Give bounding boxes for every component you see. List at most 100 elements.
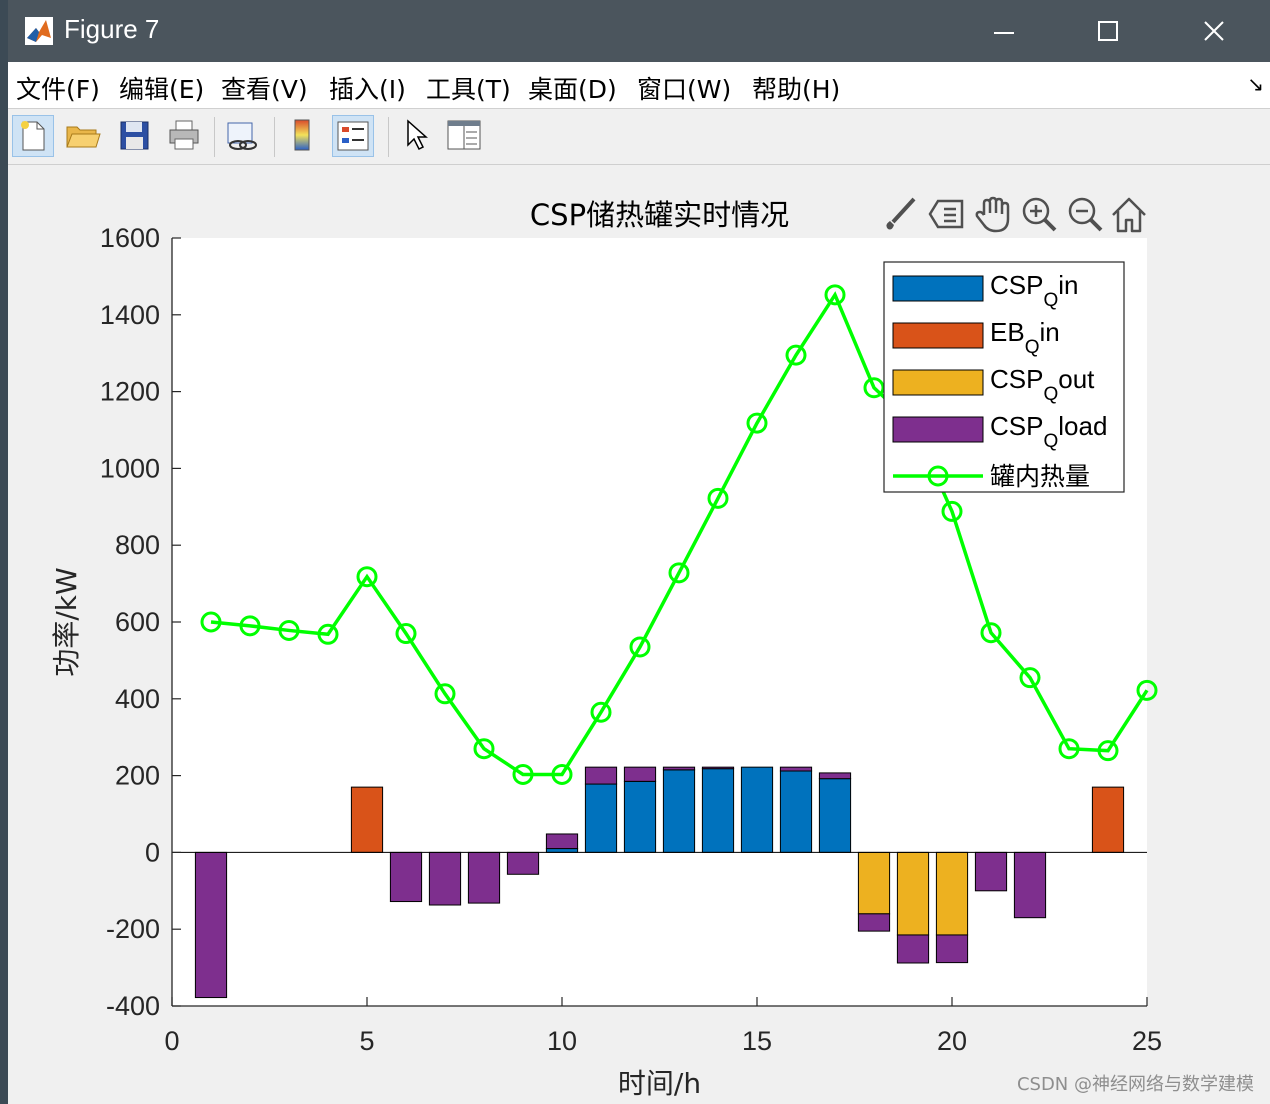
toolbar-separator — [274, 117, 275, 157]
bar-csp_load-13 — [662, 766, 696, 771]
y-axis-label: 功率/kW — [50, 567, 83, 676]
y-tick-label: 200 — [115, 761, 160, 791]
legend-swatch-csp_load — [892, 416, 984, 443]
bar-csp_load-18 — [857, 913, 891, 932]
y-tick-label: -200 — [106, 914, 160, 944]
link-plot-button[interactable] — [222, 115, 264, 157]
maximize-icon — [1098, 21, 1118, 41]
bar-csp_load-12 — [623, 766, 657, 782]
close-button[interactable] — [1184, 8, 1244, 54]
y-tick-label: 600 — [115, 607, 160, 637]
colorbar-button[interactable] — [282, 115, 324, 157]
bar-eb_in-24 — [1091, 786, 1125, 853]
bar-csp_out-19 — [896, 851, 930, 936]
y-tick-label: 1200 — [100, 377, 160, 407]
property-inspector-icon — [447, 120, 481, 150]
new-figure-icon — [21, 121, 45, 151]
bar-csp_in-12 — [623, 780, 657, 853]
x-tick-label: 0 — [164, 1026, 179, 1056]
maximize-button[interactable] — [1078, 8, 1138, 54]
y-tick-label: 800 — [115, 530, 160, 560]
menu-edit[interactable]: 编辑(E) — [119, 70, 204, 106]
x-axis-label: 时间/h — [618, 1067, 701, 1100]
x-tick-label: 15 — [742, 1026, 772, 1056]
new-figure-button[interactable] — [12, 115, 54, 157]
bar-csp_load-11 — [584, 766, 618, 785]
bar-csp_in-11 — [584, 783, 618, 853]
menu-tools[interactable]: 工具(T) — [426, 70, 511, 106]
save-button[interactable] — [114, 115, 156, 157]
edit-plot-button[interactable] — [396, 115, 438, 157]
chart-title: CSP储热罐实时情况 — [530, 198, 789, 232]
property-inspector-button[interactable] — [444, 115, 486, 157]
x-tick-label: 5 — [359, 1026, 374, 1056]
menu-view[interactable]: 查看(V) — [221, 70, 308, 106]
bar-csp_load-10 — [545, 833, 579, 850]
matlab-icon — [25, 17, 53, 45]
printer-icon — [169, 120, 199, 150]
menu-help[interactable]: 帮助(H) — [752, 70, 840, 106]
menu-insert[interactable]: 插入(I) — [329, 70, 406, 106]
bar-csp_in-10 — [545, 848, 579, 853]
menu-desktop[interactable]: 桌面(D) — [528, 70, 617, 106]
bar-csp_in-13 — [662, 769, 696, 853]
legend-icon — [337, 121, 369, 151]
legend[interactable]: CSPQinEBQinCSPQoutCSPQload罐内热量 — [883, 261, 1125, 493]
pointer-arrow-icon — [407, 119, 428, 151]
legend-swatch-csp_out — [892, 369, 984, 396]
colorbar-icon — [294, 119, 310, 151]
toolbar-separator — [214, 117, 215, 157]
bar-csp_out-20 — [935, 851, 969, 936]
bar-csp_in-17 — [818, 778, 852, 853]
bar-csp_load-6 — [389, 851, 423, 903]
bar-csp_load-16 — [779, 766, 813, 772]
bar-csp_load-20 — [935, 934, 969, 964]
legend-swatch-eb_in — [892, 322, 984, 349]
window-title: Figure 7 — [64, 14, 160, 44]
bar-csp_load-21 — [974, 851, 1008, 892]
y-tick-label: 1600 — [100, 223, 160, 253]
bar-eb_in-5 — [350, 786, 384, 853]
open-file-button[interactable] — [62, 115, 104, 157]
bar-csp_load-7 — [428, 851, 462, 906]
bar-csp_load-17 — [818, 772, 852, 780]
minimize-button[interactable] — [974, 8, 1034, 54]
y-tick-label: 1000 — [100, 453, 160, 483]
watermark: CSDN @神经网络与数学建模 — [1016, 1074, 1254, 1095]
figure-toolbar — [8, 109, 1270, 165]
bar-csp_load-14 — [701, 766, 735, 770]
link-plot-icon — [227, 122, 257, 150]
bar-csp_in-15 — [740, 766, 774, 853]
x-tick-label: 10 — [547, 1026, 577, 1056]
print-button[interactable] — [164, 115, 206, 157]
dock-arrow-icon[interactable]: ↘ — [1247, 72, 1264, 96]
legend-label-heat: 罐内热量 — [990, 462, 1090, 491]
bar-csp_out-18 — [857, 851, 891, 915]
bar-csp_load-8 — [467, 851, 501, 904]
bar-csp_load-9 — [506, 851, 540, 875]
bar-csp_load-1 — [194, 851, 228, 999]
bar-csp_in-16 — [779, 770, 813, 853]
bar-csp_in-14 — [701, 768, 735, 853]
figure-canvas: -400 -200 0 200 400 600 800 1000 1200 1400 1600 0 5 1… — [8, 165, 1270, 1104]
folder-icon — [66, 126, 101, 148]
title-bar: Figure 7 — [8, 0, 1270, 62]
figure-window: Figure 7 文件(F) 编辑(E) 查看(V) 插入(I) 工具(T) 桌… — [8, 0, 1270, 1104]
close-icon — [1204, 21, 1224, 41]
y-tick-label: 400 — [115, 684, 160, 714]
y-tick-label: 0 — [145, 837, 160, 867]
menu-window[interactable]: 窗口(W) — [637, 70, 731, 106]
x-tick-label: 20 — [937, 1026, 967, 1056]
menu-bar: 文件(F) 编辑(E) 查看(V) 插入(I) 工具(T) 桌面(D) 窗口(W… — [8, 62, 1270, 109]
toolbar-separator — [388, 117, 389, 157]
x-tick-label: 25 — [1132, 1026, 1162, 1056]
bar-csp_load-22 — [1013, 851, 1047, 919]
legend-swatch-csp_in — [892, 275, 984, 302]
y-tick-label: -400 — [106, 991, 160, 1021]
y-tick-label: 1400 — [100, 300, 160, 330]
legend-button[interactable] — [332, 115, 374, 157]
menu-file[interactable]: 文件(F) — [16, 70, 100, 106]
bar-csp_load-19 — [896, 934, 930, 964]
minimize-icon — [994, 32, 1014, 34]
floppy-disk-icon — [120, 121, 149, 150]
